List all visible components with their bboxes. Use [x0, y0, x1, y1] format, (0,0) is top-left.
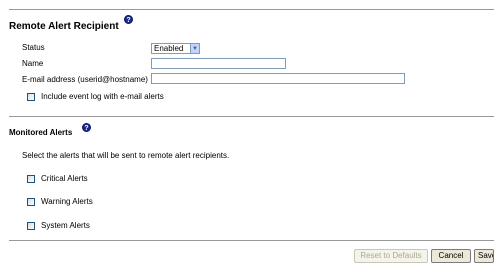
email-field[interactable] — [151, 73, 405, 84]
status-label: Status — [22, 43, 45, 52]
chevron-down-icon[interactable]: ▼ — [190, 44, 199, 53]
status-select-value: Enabled — [154, 44, 184, 53]
status-select[interactable]: Enabled ▼ — [151, 43, 200, 54]
monitored-alerts-description: Select the alerts that will be sent to r… — [22, 151, 230, 160]
email-label: E-mail address (userid@hostname) — [22, 75, 148, 84]
critical-alerts-checkbox[interactable] — [27, 175, 35, 183]
include-event-log-checkbox[interactable] — [27, 93, 35, 101]
include-event-log-label: Include event log with e-mail alerts — [41, 92, 164, 101]
section-title-monitored-alerts: Monitored Alerts — [9, 128, 73, 137]
question-circle-icon[interactable]: ? — [124, 15, 133, 24]
top-divider — [9, 9, 494, 10]
system-alerts-checkbox[interactable] — [27, 222, 35, 230]
critical-alerts-label: Critical Alerts — [41, 174, 88, 183]
question-circle-icon[interactable]: ? — [82, 123, 91, 132]
warning-alerts-checkbox[interactable] — [27, 198, 35, 206]
name-label: Name — [22, 59, 44, 68]
section-title-remote-alert-recipient: Remote Alert Recipient — [9, 21, 119, 32]
name-field[interactable] — [151, 58, 286, 69]
section-divider — [9, 116, 494, 117]
system-alerts-label: System Alerts — [41, 221, 90, 230]
warning-alerts-label: Warning Alerts — [41, 197, 93, 206]
bottom-divider — [9, 240, 494, 241]
